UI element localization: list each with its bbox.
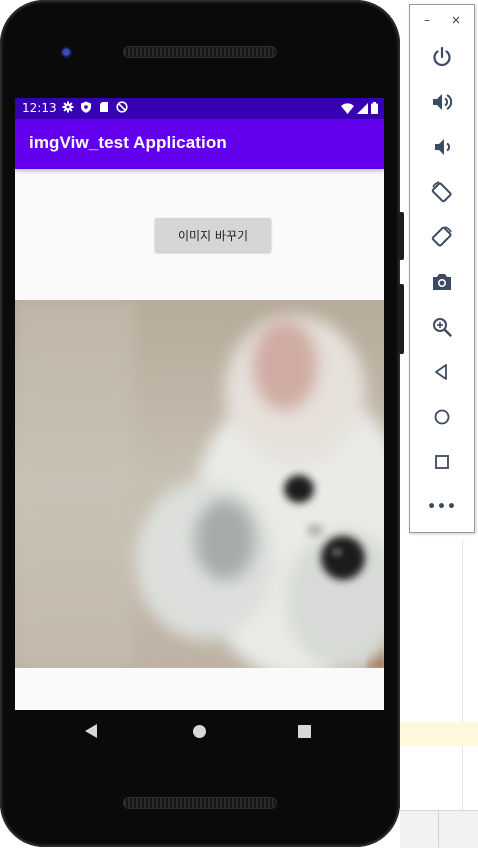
nav-home-icon[interactable] <box>193 725 206 738</box>
panel-header: – × <box>410 5 474 37</box>
ide-bottom-toolbar <box>400 810 478 848</box>
signal-icon <box>357 102 368 114</box>
app-bar: imgViw_test Application <box>15 119 384 169</box>
back-icon <box>435 364 447 380</box>
shield-icon <box>81 101 91 113</box>
phone-frame: 12:13 imgViw_test Application 이미지 바꾸기 <box>0 0 400 847</box>
rotate-left-button[interactable] <box>429 179 455 205</box>
more-icon: ••• <box>427 499 457 515</box>
home-button[interactable] <box>429 404 455 430</box>
puppy-photo <box>15 300 384 668</box>
ide-highlighted-line <box>400 722 478 746</box>
bottom-speaker <box>123 797 277 809</box>
ide-gutter-line <box>462 540 463 810</box>
sd-card-icon <box>100 102 108 112</box>
volume-up-button[interactable] <box>429 89 455 115</box>
power-button[interactable] <box>429 44 455 70</box>
camera-icon <box>433 274 451 290</box>
camera-button[interactable] <box>429 269 455 295</box>
app-title: imgViw_test Application <box>29 133 227 152</box>
zoom-icon <box>433 318 452 337</box>
status-icons-right <box>341 102 378 114</box>
no-sync-icon <box>116 101 128 113</box>
rotate-right-icon <box>431 226 452 247</box>
change-image-button[interactable]: 이미지 바꾸기 <box>155 218 271 252</box>
nav-recents-icon[interactable] <box>298 725 311 738</box>
emulator-control-panel: – × ••• <box>409 4 475 533</box>
volume-hardware-button <box>398 284 404 354</box>
power-hardware-button <box>398 212 404 260</box>
overview-button[interactable] <box>429 449 455 475</box>
front-camera <box>60 46 74 60</box>
status-icons-left <box>62 101 128 113</box>
phone-screen: 12:13 imgViw_test Application 이미지 바꾸기 <box>15 98 384 710</box>
zoom-button[interactable] <box>429 314 455 340</box>
home-icon <box>434 409 450 425</box>
nav-back-icon[interactable] <box>85 724 97 738</box>
close-button[interactable]: × <box>451 13 461 27</box>
more-button[interactable]: ••• <box>427 494 457 520</box>
back-button[interactable] <box>429 359 455 385</box>
status-bar: 12:13 <box>15 98 384 119</box>
status-time: 12:13 <box>22 101 57 115</box>
overview-icon <box>435 455 449 469</box>
volume-down-button[interactable] <box>429 134 455 160</box>
minimize-button[interactable]: – <box>424 13 430 27</box>
rotate-right-button[interactable] <box>429 224 455 250</box>
volume-up-icon <box>433 94 453 110</box>
power-icon <box>433 46 451 67</box>
gear-icon <box>62 101 74 113</box>
ide-bottom-divider <box>438 810 439 847</box>
top-speaker <box>123 46 277 58</box>
rotate-left-icon <box>431 181 452 203</box>
battery-icon <box>371 102 378 114</box>
image-view <box>15 300 384 668</box>
volume-down-icon <box>435 139 451 155</box>
wifi-icon <box>341 102 354 114</box>
